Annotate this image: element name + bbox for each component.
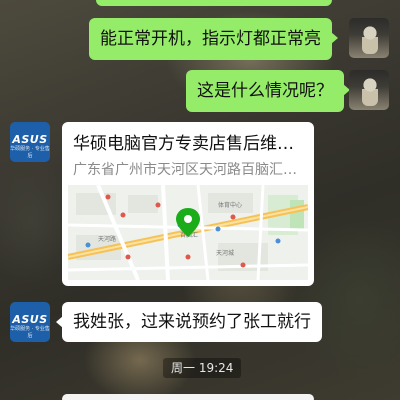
avatar-photo [362, 26, 378, 54]
map-label: 体育中心 [218, 201, 242, 209]
my-avatar[interactable] [349, 70, 389, 110]
map-label: 天河城 [216, 249, 234, 257]
next-message-bubble[interactable] [62, 394, 314, 400]
sent-message-bubble[interactable]: 能正常开机，指示灯都正常亮 [89, 18, 338, 60]
contact-avatar[interactable]: ASUS 华硕服务 · 专业售后 [10, 302, 50, 342]
map-label: 天河路 [98, 235, 116, 243]
avatar-subtitle: 华硕服务 · 专业售后 [10, 146, 50, 159]
sent-message-bubble[interactable]: 这是什么情况呢？ [186, 70, 350, 112]
map-graphic: 天河路 百脑汇 体育中心 天河城 [68, 185, 308, 280]
my-avatar[interactable] [349, 18, 389, 58]
contact-avatar[interactable]: ASUS 华硕服务 · 专业售后 [10, 122, 50, 162]
location-address: 广东省广州市天河区天河路百脑汇… [73, 162, 297, 178]
asus-logo: ASUS [12, 133, 48, 146]
asus-logo: ASUS [12, 313, 48, 326]
avatar-subtitle: 华硕服务 · 专业售后 [10, 326, 50, 339]
location-map[interactable]: 天河路 百脑汇 体育中心 天河城 [68, 185, 308, 280]
location-card[interactable]: 华硕电脑官方专卖店售后维… 广东省广州市天河区天河路百脑汇… 天河路 体育中心 … [62, 122, 314, 286]
received-message-bubble[interactable]: 我姓张，过来说预约了张工就行 [56, 302, 322, 342]
message-timestamp: 周一 19:24 [163, 358, 242, 378]
location-title: 华硕电脑官方专卖店售后维… [73, 134, 294, 154]
avatar-photo [362, 78, 378, 106]
previous-message-bubble[interactable] [96, 0, 332, 6]
